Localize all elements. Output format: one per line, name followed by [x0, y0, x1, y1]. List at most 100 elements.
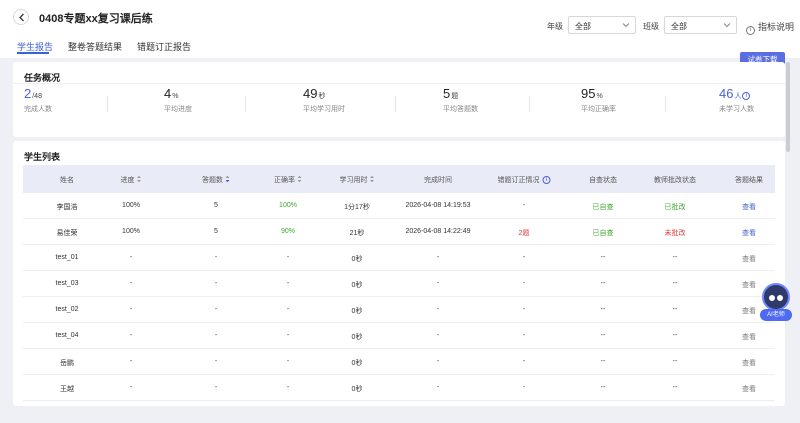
cell-name: 李国浩 — [56, 204, 78, 211]
cell-self-check: -- — [600, 254, 606, 261]
cell-error-correction[interactable]: 2题 — [519, 228, 530, 238]
stat-not-studied[interactable]: 46人 i 未学习人数 — [719, 86, 754, 114]
col-progress-label: 进度 — [120, 177, 135, 184]
cell-progress: - — [129, 384, 133, 391]
overview-title: 任务概况 — [24, 73, 61, 83]
table-row: 李国浩 100% 5 100% 1分17秒 2026-04-08 14:19:5… — [23, 193, 775, 219]
col-error-correction-label: 错题订正情况 — [497, 177, 540, 184]
grade-select[interactable]: 全部 — [568, 16, 636, 34]
stat-not-studied-value: 46 — [719, 86, 734, 101]
cell-teacher-review: 已批改 — [664, 204, 686, 211]
table-row: test_03 - - - 0秒 - - -- -- 查看 — [23, 271, 775, 297]
info-icon[interactable]: i — [742, 92, 751, 100]
view-result-link[interactable]: 查看 — [742, 280, 756, 290]
metric-help-link[interactable]: i 指标说明 — [746, 20, 794, 35]
chevron-down-icon — [622, 23, 630, 28]
stat-progress-value: 4 — [164, 86, 172, 101]
view-result-link[interactable]: 查看 — [742, 332, 756, 342]
stat-progress-unit: % — [172, 93, 179, 100]
class-label: 班级 — [643, 22, 659, 31]
cell-name: test_04 — [55, 332, 79, 339]
col-progress[interactable]: 进度 — [121, 175, 142, 185]
cell-teacher-review: 未批改 — [664, 230, 686, 237]
cell-error-correction: - — [522, 254, 526, 261]
cell-name: 王越 — [60, 386, 74, 393]
active-tab-indicator — [17, 52, 49, 54]
cell-progress: - — [129, 254, 133, 261]
col-name: 姓名 — [60, 177, 74, 184]
cell-accuracy: - — [286, 306, 290, 313]
table-row: test_01 - - - 0秒 - - -- -- 查看 — [23, 245, 775, 271]
col-finish-time: 完成时间 — [424, 177, 452, 184]
view-result-link[interactable]: 查看 — [742, 254, 756, 264]
table-row: 易佳荣 100% 5 90% 21秒 2026-04-08 14:22:49 2… — [23, 219, 775, 245]
cell-self-check: -- — [600, 384, 606, 391]
cell-answer-count: - — [214, 280, 218, 287]
cell-answer-count: - — [214, 254, 218, 261]
col-answer-result: 答题结果 — [735, 177, 763, 184]
cell-finish-time: - — [436, 384, 440, 391]
sort-icon — [370, 175, 374, 183]
cell-finish-time: - — [436, 306, 440, 313]
stat-progress: 4% 平均进度 — [164, 86, 192, 114]
cell-study-time: 0秒 — [351, 282, 363, 289]
stat-not-studied-unit: 人 — [734, 93, 742, 100]
cell-answer-count: - — [214, 358, 218, 365]
col-study-time[interactable]: 学习用时 — [340, 175, 375, 185]
stat-completed-label: 完成人数 — [24, 106, 52, 113]
tab-full-paper-results[interactable]: 整卷答题结果 — [68, 40, 122, 53]
cell-self-check: -- — [600, 306, 606, 313]
task-overview-card: 任务概况 2/48 完成人数 4% 平均进度 49秒 平均学习用时 5题 平均答… — [13, 62, 785, 137]
view-result-link[interactable]: 查看 — [742, 358, 756, 368]
cell-teacher-review: -- — [672, 280, 678, 287]
sort-icon — [297, 175, 302, 183]
grade-label: 年级 — [547, 22, 563, 31]
col-answer-count[interactable]: 答题数 — [202, 175, 230, 185]
cell-teacher-review: -- — [672, 332, 678, 339]
col-study-time-label: 学习用时 — [339, 177, 368, 184]
col-error-correction: 错题订正情况 i — [498, 175, 551, 185]
page-scrollbar[interactable] — [786, 62, 790, 152]
ai-teacher-assistant[interactable]: AI老师 — [758, 283, 796, 323]
col-accuracy[interactable]: 正确率 — [274, 175, 302, 185]
cell-progress: - — [129, 280, 133, 287]
ai-teacher-label: AI老师 — [760, 309, 792, 321]
stat-study-time-value: 49 — [303, 86, 318, 101]
cell-study-time: 0秒 — [351, 334, 363, 341]
view-result-link[interactable]: 查看 — [742, 384, 756, 394]
view-result-link[interactable]: 查看 — [742, 306, 756, 316]
info-icon[interactable]: i — [542, 176, 551, 184]
cell-error-correction: - — [522, 202, 526, 209]
overview-header — [13, 62, 785, 84]
chevron-left-icon — [19, 13, 24, 22]
stat-completed-unit: /48 — [32, 93, 42, 100]
page-title: 0408专题xx复习课后练 — [39, 13, 153, 25]
sort-icon — [137, 175, 141, 183]
table-header: 姓名 进度 答题数 正确率 学习用时 完成时间 错题订正情况 i 自查状态 教师批… — [23, 165, 775, 193]
cell-answer-count: - — [214, 384, 218, 391]
divider — [395, 96, 396, 112]
cell-teacher-review: -- — [672, 306, 678, 313]
view-result-link[interactable]: 查看 — [742, 202, 756, 212]
cell-finish-time: 2026-04-08 14:22:49 — [405, 228, 471, 235]
cell-study-time: 0秒 — [351, 256, 363, 263]
cell-finish-time: - — [436, 254, 440, 261]
tab-error-correction-report[interactable]: 错题订正报告 — [137, 40, 191, 53]
cell-name: test_02 — [55, 306, 79, 313]
cell-self-check: 已自查 — [592, 230, 614, 237]
back-button[interactable] — [13, 9, 29, 25]
cell-progress: 100% — [122, 228, 140, 235]
stat-accuracy-label: 平均正确率 — [581, 106, 616, 113]
info-icon: i — [746, 26, 755, 35]
view-result-link[interactable]: 查看 — [742, 228, 756, 238]
class-select[interactable]: 全部 — [664, 16, 737, 34]
cell-teacher-review: -- — [672, 254, 678, 261]
class-select-value: 全部 — [671, 22, 687, 31]
cell-name: 岳鹏 — [60, 360, 74, 367]
col-accuracy-label: 正确率 — [274, 177, 295, 184]
stat-completed-value: 2 — [24, 86, 32, 101]
stat-completed: 2/48 完成人数 — [24, 86, 52, 114]
col-answer-count-label: 答题数 — [202, 177, 223, 184]
stat-accuracy: 95% 平均正确率 — [581, 86, 616, 114]
cell-progress: - — [129, 332, 133, 339]
